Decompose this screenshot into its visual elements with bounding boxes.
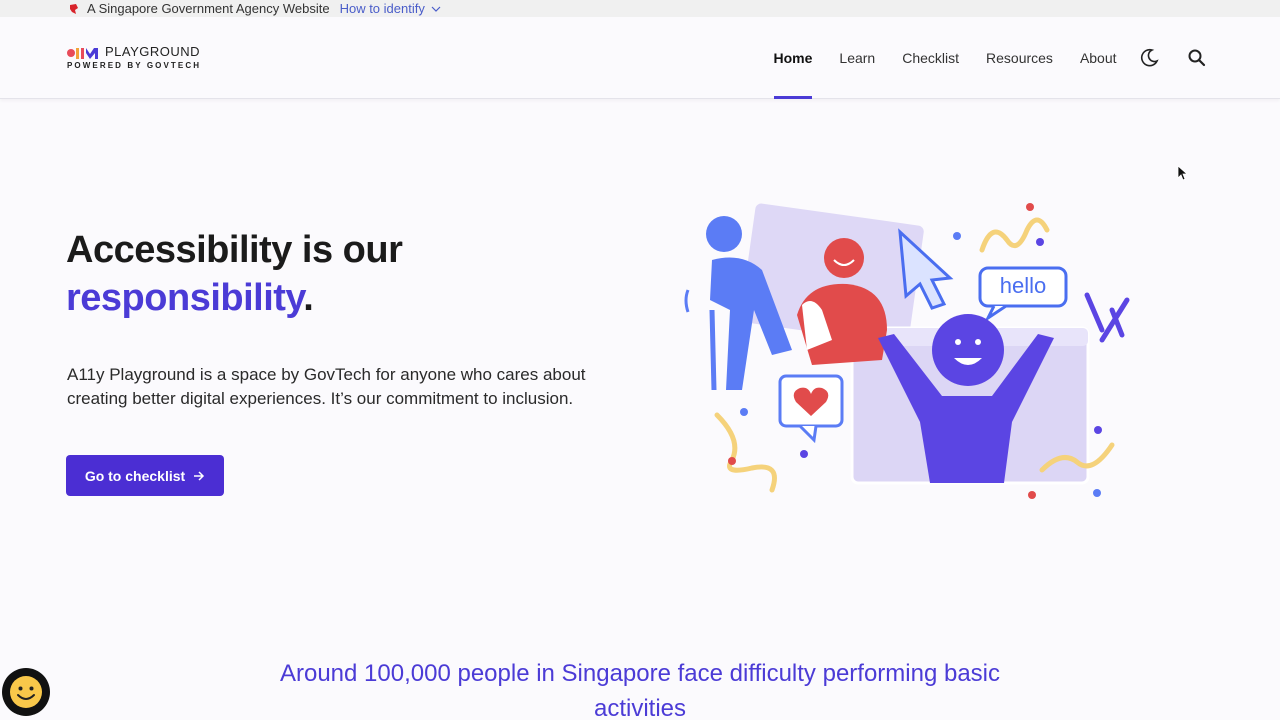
stat-heading: Around 100,000 people in Singapore face … [279, 660, 1001, 720]
a11y-logo-icon [67, 47, 98, 59]
nav-item-home[interactable]: Home [773, 17, 812, 99]
search-icon[interactable] [1187, 48, 1207, 68]
lion-head-icon [70, 3, 78, 14]
feedback-button[interactable] [2, 668, 50, 716]
hero-illustration: hello [684, 203, 1130, 499]
hello-speech-bubble: hello [978, 266, 1068, 323]
arrow-right-icon [194, 470, 205, 481]
nav-item-learn[interactable]: Learn [839, 17, 875, 99]
moon-icon[interactable] [1139, 48, 1159, 68]
hero-title-period: . [303, 277, 314, 319]
hero-title: Accessibility is our responsibility. [66, 226, 403, 322]
mouse-cursor-icon [1177, 165, 1189, 181]
how-to-identify-label: How to identify [339, 1, 425, 16]
nav-item-resources[interactable]: Resources [986, 17, 1053, 99]
main-nav: Home Learn Checklist Resources About [760, 17, 1130, 99]
pointer-illustration [898, 228, 954, 310]
logo-subtitle: POWERED BY GOVTECH [67, 61, 202, 70]
nav-item-checklist[interactable]: Checklist [902, 17, 959, 99]
how-to-identify-link[interactable]: How to identify [340, 1, 441, 16]
smiley-icon [10, 676, 42, 708]
go-to-checklist-button[interactable]: Go to checklist [66, 455, 224, 496]
hello-text: hello [1000, 273, 1046, 298]
nav-item-about[interactable]: About [1080, 17, 1117, 99]
site-logo[interactable]: PLAYGROUND POWERED BY GOVTECH [67, 44, 201, 70]
heart-speech-bubble [778, 374, 844, 444]
hero-title-accent: responsibility [66, 277, 304, 319]
hero-description: A11y Playground is a space by GovTech fo… [67, 365, 586, 408]
hero-title-line1: Accessibility is our [66, 229, 403, 271]
gov-masthead: A Singapore Government Agency Website Ho… [0, 0, 1280, 17]
chevron-down-icon [431, 6, 441, 12]
cta-label: Go to checklist [84, 467, 186, 484]
logo-title: PLAYGROUND [105, 44, 201, 59]
site-header: PLAYGROUND POWERED BY GOVTECH Home Learn… [0, 17, 1280, 99]
masthead-text: A Singapore Government Agency Website [87, 1, 330, 16]
